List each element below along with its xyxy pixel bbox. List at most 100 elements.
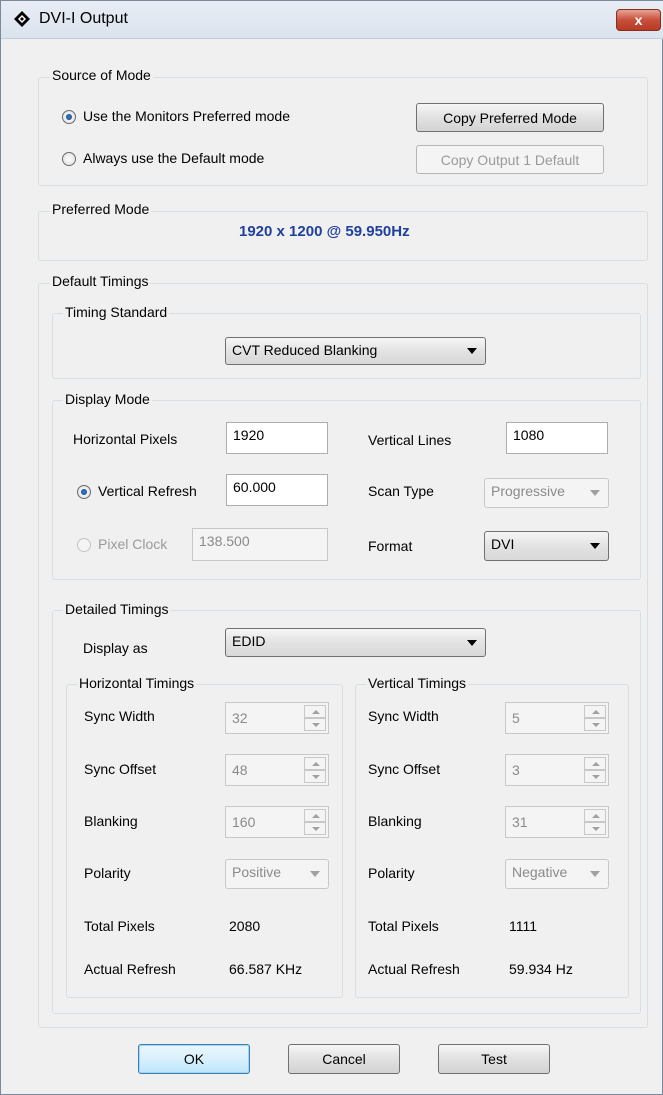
h-actual-refresh-label: Actual Refresh (84, 961, 176, 977)
display-mode-legend: Display Mode (63, 391, 152, 407)
spin-up-icon[interactable] (304, 809, 326, 822)
h-blanking-spinner[interactable]: 160 (225, 806, 329, 838)
vertical-refresh-label[interactable]: Vertical Refresh (98, 483, 197, 499)
v-total-pixels-label: Total Pixels (368, 918, 439, 934)
spin-down-icon[interactable] (584, 770, 606, 783)
default-timings-legend: Default Timings (50, 273, 151, 289)
h-sync-offset-label: Sync Offset (84, 761, 157, 777)
spin-up-icon[interactable] (584, 809, 606, 822)
v-actual-refresh-value: 59.934 Hz (509, 961, 573, 977)
h-sync-width-label: Sync Width (84, 708, 155, 724)
scan-type-label: Scan Type (368, 483, 434, 499)
scan-type-value: Progressive (491, 483, 565, 499)
spin-up-icon[interactable] (584, 757, 606, 770)
h-sync-width-spinner[interactable]: 32 (225, 702, 329, 734)
copy-preferred-mode-button[interactable]: Copy Preferred Mode (416, 103, 604, 132)
v-sync-width-spinner[interactable]: 5 (505, 702, 609, 734)
display-as-label: Display as (83, 640, 148, 656)
test-button[interactable]: Test (438, 1044, 550, 1074)
chevron-down-icon (590, 490, 600, 496)
timing-standard-legend: Timing Standard (63, 304, 170, 320)
detailed-timings-legend: Detailed Timings (63, 601, 171, 617)
preferred-mode-radio[interactable] (62, 110, 76, 124)
h-actual-refresh-value: 66.587 KHz (229, 961, 303, 977)
spin-down-icon[interactable] (304, 770, 326, 783)
cancel-button[interactable]: Cancel (288, 1044, 400, 1074)
dialog-window: DVI-I Output x Source of Mode Use the Mo… (0, 0, 663, 1095)
spin-up-icon[interactable] (304, 757, 326, 770)
preferred-mode-legend: Preferred Mode (50, 201, 152, 217)
display-as-value: EDID (232, 633, 266, 649)
timing-standard-value: CVT Reduced Blanking (232, 342, 378, 358)
v-sync-offset-label: Sync Offset (368, 761, 441, 777)
spin-down-icon[interactable] (304, 822, 326, 835)
v-polarity-select[interactable]: Negative (505, 859, 609, 889)
h-total-pixels-value: 2080 (229, 918, 261, 934)
spin-down-icon[interactable] (584, 718, 606, 731)
spin-buttons (304, 809, 326, 835)
copy-output-default-button[interactable]: Copy Output 1 Default (416, 145, 604, 174)
horizontal-pixels-label: Horizontal Pixels (73, 431, 178, 447)
v-sync-width-value: 5 (512, 710, 520, 726)
title-bar[interactable]: DVI-I Output x (1, 1, 663, 39)
horizontal-pixels-field[interactable]: 1920 (226, 422, 328, 454)
ok-button[interactable]: OK (138, 1044, 250, 1074)
chevron-down-icon (467, 639, 477, 646)
chevron-down-icon (310, 871, 320, 877)
close-icon: x (634, 12, 643, 28)
format-select[interactable]: DVI (484, 531, 609, 561)
v-total-pixels-value: 1111 (509, 918, 538, 934)
vertical-lines-field[interactable]: 1080 (506, 422, 608, 454)
chevron-down-icon (590, 871, 600, 877)
format-value: DVI (491, 536, 515, 552)
vertical-refresh-field[interactable]: 60.000 (226, 474, 328, 506)
v-sync-offset-spinner[interactable]: 3 (505, 754, 609, 786)
format-label: Format (368, 538, 413, 554)
spin-up-icon[interactable] (304, 705, 326, 718)
source-of-mode-legend: Source of Mode (50, 67, 153, 83)
vertical-lines-label: Vertical Lines (368, 432, 452, 448)
diamond-app-icon (13, 10, 31, 28)
close-button[interactable]: x (616, 9, 661, 31)
h-polarity-value: Positive (232, 864, 282, 880)
spin-buttons (304, 757, 326, 783)
horizontal-timings-legend: Horizontal Timings (77, 675, 197, 691)
vertical-refresh-radio[interactable] (77, 485, 91, 499)
h-blanking-label: Blanking (84, 813, 138, 829)
spin-buttons (584, 809, 606, 835)
preferred-mode-option-label[interactable]: Use the Monitors Preferred mode (83, 108, 290, 124)
pixel-clock-field[interactable]: 138.500 (192, 528, 328, 561)
v-blanking-label: Blanking (368, 813, 422, 829)
h-blanking-value: 160 (232, 814, 256, 830)
vertical-timings-legend: Vertical Timings (366, 675, 469, 691)
default-mode-radio[interactable] (62, 152, 76, 166)
spin-buttons (584, 705, 606, 731)
chevron-down-icon (590, 543, 600, 549)
v-blanking-value: 31 (512, 814, 528, 830)
h-polarity-select[interactable]: Positive (225, 859, 329, 889)
pixel-clock-radio[interactable] (77, 538, 91, 552)
default-mode-option-label[interactable]: Always use the Default mode (83, 150, 264, 166)
h-sync-offset-value: 48 (232, 762, 248, 778)
v-actual-refresh-label: Actual Refresh (368, 961, 460, 977)
v-sync-width-label: Sync Width (368, 708, 439, 724)
chevron-down-icon (467, 348, 477, 354)
h-total-pixels-label: Total Pixels (84, 918, 155, 934)
window-title: DVI-I Output (39, 10, 128, 27)
h-sync-width-value: 32 (232, 710, 248, 726)
v-polarity-value: Negative (512, 864, 568, 880)
display-as-select[interactable]: EDID (225, 628, 486, 657)
spin-buttons (584, 757, 606, 783)
v-blanking-spinner[interactable]: 31 (505, 806, 609, 838)
h-polarity-label: Polarity (84, 865, 131, 881)
spin-up-icon[interactable] (584, 705, 606, 718)
h-sync-offset-spinner[interactable]: 48 (225, 754, 329, 786)
v-sync-offset-value: 3 (512, 762, 520, 778)
preferred-mode-value: 1920 x 1200 @ 59.950Hz (239, 223, 410, 240)
scan-type-select[interactable]: Progressive (484, 478, 609, 508)
pixel-clock-label[interactable]: Pixel Clock (98, 536, 167, 552)
spin-down-icon[interactable] (304, 718, 326, 731)
v-polarity-label: Polarity (368, 865, 415, 881)
spin-down-icon[interactable] (584, 822, 606, 835)
timing-standard-select[interactable]: CVT Reduced Blanking (225, 337, 486, 365)
